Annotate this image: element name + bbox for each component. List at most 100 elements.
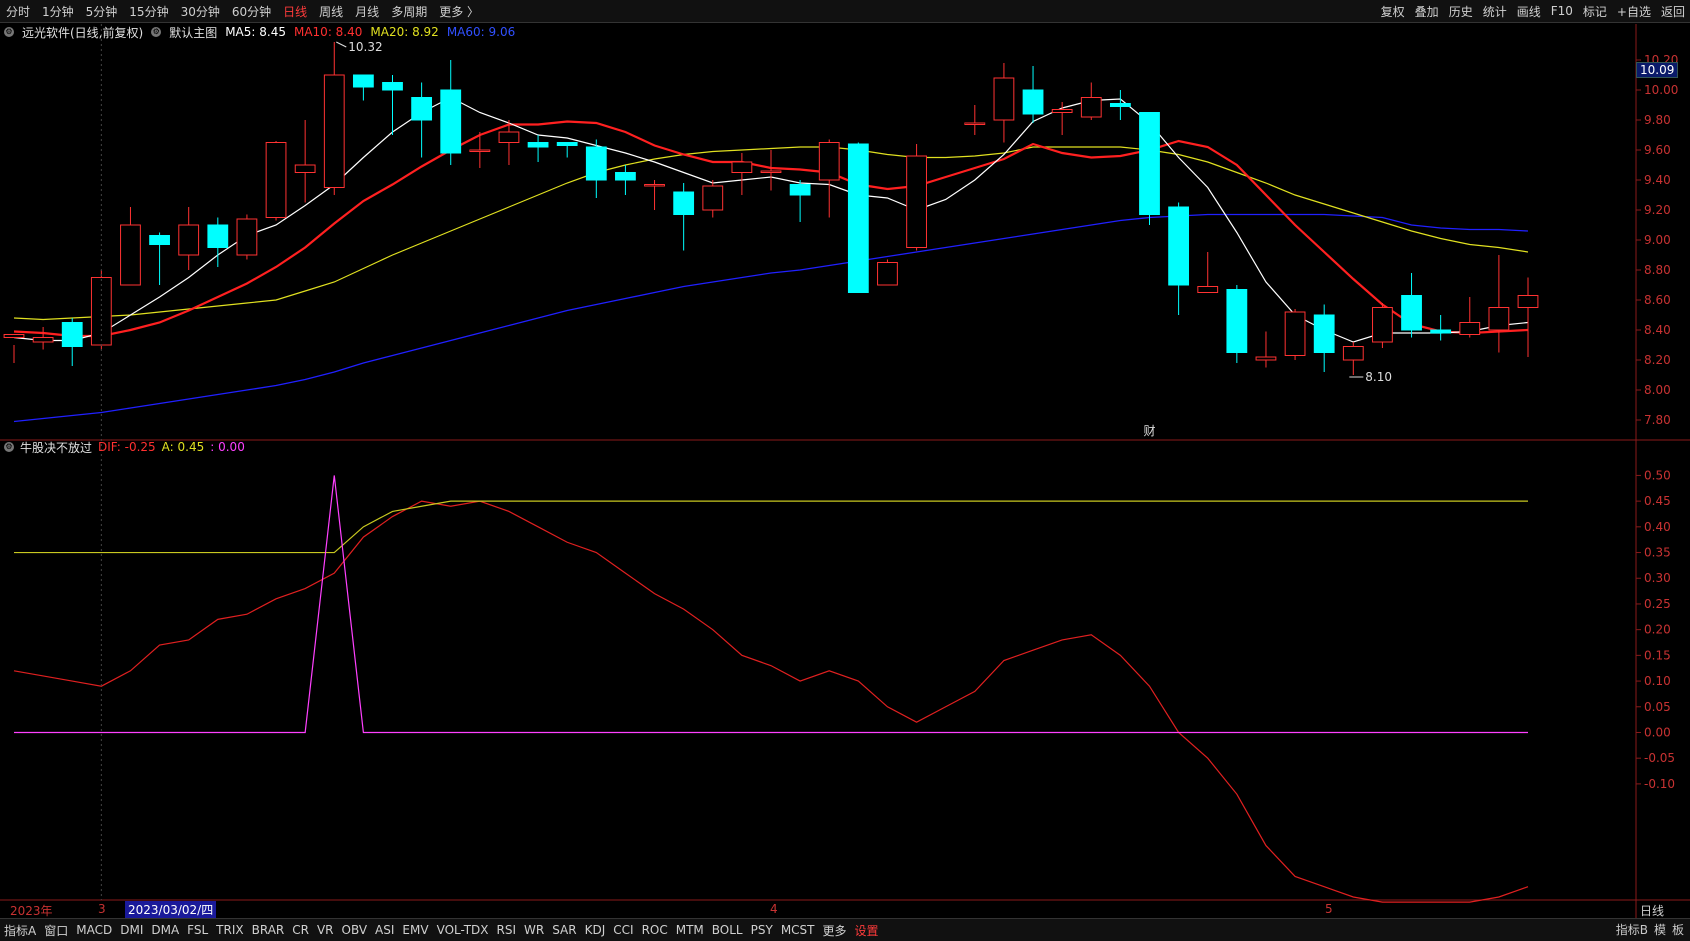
y-tick-label-ind: 0.35 [1644,546,1671,560]
template-icon[interactable]: ⚙ [151,27,162,37]
indicator-tab-9[interactable]: VR [313,923,338,937]
settings-icon[interactable]: ⚙ [4,27,14,37]
candle-body [1342,346,1364,361]
period-tab-10[interactable]: 更多 〉 [433,3,485,20]
bottom-right-button-0[interactable]: 指标B [1616,921,1648,938]
indicator-tabs: 指标A 窗口 MACD DMI DMA FSL TRIX BRAR CR VR OBV ASI EMV V… [0,918,1690,941]
indicator-name[interactable]: 牛股决不放过 [20,439,92,456]
template-name[interactable]: 默认主图 [169,24,217,41]
chart-canvas[interactable]: 7.80 8.00 8.20 8.40 8.60 8.80 9.00 9.20 9.40 9.60… [0,0,1690,941]
candle-body [1459,322,1481,335]
candle-body [294,164,316,173]
bottom-right-button-2[interactable]: 板 [1672,921,1684,938]
tool-button-8[interactable]: 返回 [1656,3,1690,20]
indicator-tab-17[interactable]: KDJ [581,923,610,937]
bottom-right-button-1[interactable]: 模 [1654,921,1666,938]
candle-body [149,235,170,245]
y-tick-label-ind: 0.50 [1644,468,1671,482]
y-tick-label-ind: 0.30 [1644,571,1671,585]
indicator-tab-13[interactable]: VOL-TDX [433,923,493,937]
period-tab-4[interactable]: 30分钟 [175,3,226,20]
candle-body [1313,314,1335,353]
indicator-tab-23[interactable]: MCST [777,923,819,937]
settings-button[interactable]: 设置 [851,922,883,939]
tool-button-0[interactable]: 复权 [1376,3,1410,20]
y-tick-label-ind: 0.15 [1644,648,1671,662]
period-tab-7[interactable]: 周线 [313,3,349,20]
tool-button-7[interactable]: +自选 [1612,3,1656,20]
indicator-tab-10[interactable]: OBV [338,923,372,937]
high-marker-label: 10.32 [348,40,382,54]
candle-body [1284,311,1306,356]
indicator-tab-6[interactable]: TRIX [212,923,247,937]
indicator-settings-icon[interactable]: ⚙ [4,442,14,452]
indicator-tab-21[interactable]: BOLL [708,923,747,937]
ma60-label: MA60: 9.06 [446,25,516,39]
candle-body [61,322,83,347]
indicator-tab-24[interactable]: 更多 [819,922,851,939]
period-tab-0[interactable]: 分时 [0,3,36,20]
period-tab-5[interactable]: 60分钟 [226,3,277,20]
indicator-tab-19[interactable]: ROC [638,923,672,937]
candle-body [702,185,724,211]
indicator-tab-8[interactable]: CR [288,923,313,937]
tool-button-4[interactable]: 画线 [1512,3,1546,20]
date-axis: 2023年 3 4 5 [0,900,1636,918]
candle-body [265,142,287,218]
indicator-tab-15[interactable]: WR [520,923,548,937]
candle-body [236,218,258,256]
period-tab-9[interactable]: 多周期 [385,3,433,20]
indicator-tab-1[interactable]: 窗口 [40,922,72,939]
finance-marker: 财 [1144,424,1156,438]
indicator-tab-18[interactable]: CCI [609,923,637,937]
y-tick-label-main: 9.60 [1644,143,1671,157]
ma20-label: MA20: 8.92 [370,25,439,39]
indicator-tab-4[interactable]: DMA [147,923,183,937]
candle-body [615,172,636,181]
current-price-tag: 10.09 [1636,62,1679,78]
indicator-info: ⚙ 牛股决不放过 DIF: -0.25 A: 0.45 : 0.00 [4,438,245,456]
tool-button-1[interactable]: 叠加 [1410,3,1444,20]
low-marker-label: 8.10 [1365,370,1392,384]
indicator-tab-3[interactable]: DMI [116,923,147,937]
indicator-line-c [14,475,1528,734]
period-tab-3[interactable]: 15分钟 [123,3,174,20]
indicator-tab-5[interactable]: FSL [183,923,212,937]
tool-button-5[interactable]: F10 [1546,4,1578,18]
period-tab-1[interactable]: 1分钟 [36,3,80,20]
y-tick-label-main: 8.40 [1644,323,1671,337]
indicator-tab-22[interactable]: PSY [747,923,777,937]
indicator-tab-16[interactable]: SAR [548,923,580,937]
candle-body [818,142,840,181]
tool-button-2[interactable]: 历史 [1444,3,1478,20]
candle-body [1197,286,1219,293]
y-tick-label-main: 8.60 [1644,293,1671,307]
y-tick-label-main: 9.00 [1644,233,1671,247]
y-tick-label-ind: 0.05 [1644,700,1671,714]
cursor-date: 2023/03/02/四 [125,901,217,918]
y-tick-label-ind: 0.20 [1644,623,1671,637]
period-tag: 日线 [1640,904,1665,918]
tool-button-3[interactable]: 统计 [1478,3,1512,20]
period-tab-8[interactable]: 月线 [349,3,385,20]
tool-button-6[interactable]: 标记 [1578,3,1612,20]
indicator-tab-2[interactable]: MACD [72,923,116,937]
indicator-tab-0[interactable]: 指标A [0,922,40,939]
period-tab-2[interactable]: 5分钟 [80,3,124,20]
y-tick-label-ind: 0.40 [1644,520,1671,534]
y-tick-label-main: 8.20 [1644,353,1671,367]
candle-body [1051,109,1073,113]
y-tick-label-ind: 0.25 [1644,597,1671,611]
period-tab-6[interactable]: 日线 [277,3,313,20]
candle-body [644,184,665,187]
indicator-tab-14[interactable]: RSI [493,923,521,937]
indicator-line-a [14,500,1528,554]
high-marker-line [336,41,347,48]
indicator-tab-7[interactable]: BRAR [248,923,289,937]
indicator-tab-12[interactable]: EMV [398,923,432,937]
indicator-tab-11[interactable]: ASI [371,923,398,937]
year-label: 2023年 [10,904,53,918]
indicator-tab-20[interactable]: MTM [672,923,708,937]
right-toolbar: 复权 叠加 历史 统计 画线 F10 标记 +自选 返回 [1376,0,1690,22]
month-label-4: 4 [770,902,778,916]
